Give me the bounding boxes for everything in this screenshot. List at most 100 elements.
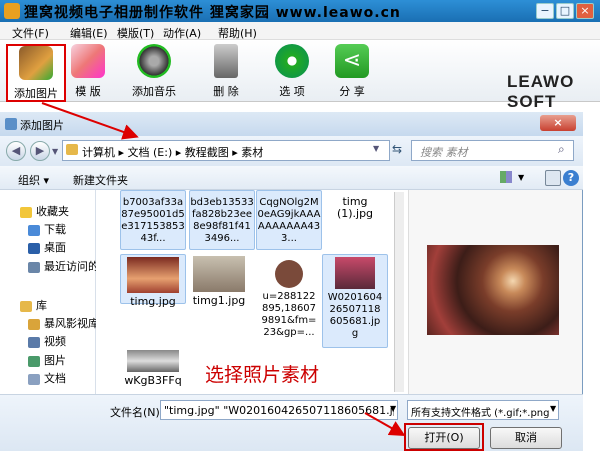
sidebar-item-label: 视频 [44,335,66,348]
file-name: b7003af33a87e95001d5e31715385343f... [121,197,185,244]
history-dropdown-icon[interactable]: ▼ [52,147,58,156]
file-item[interactable]: b7003af33a87e95001d5e31715385343f... [120,190,186,250]
file-name: u=288122895,186079891&fm=23&gp=... [261,291,317,338]
menu-edit[interactable]: 编辑(E) [70,25,108,41]
template-icon [71,44,105,78]
sidebar-item-downloads[interactable]: 下载 [28,221,66,237]
maximize-button[interactable]: □ [556,3,574,19]
file-item[interactable]: timg1.jpg [186,254,252,307]
trash-icon [214,44,238,78]
sidebar-library[interactable]: 库 [20,297,47,313]
share-button[interactable]: ⋖ 分 享 [322,44,382,100]
file-type-dropdown-icon[interactable]: ▼ [550,404,556,413]
preview-pane-icon[interactable] [545,170,561,186]
picture-icon [28,355,40,367]
sidebar-item-label: 图片 [44,354,66,367]
dialog-close-button[interactable]: × [540,115,576,131]
share-label: 分 享 [339,85,365,98]
minimize-button[interactable]: − [536,3,554,19]
sidebar-item-documents[interactable]: 文档 [28,370,66,386]
recent-places-icon [28,261,40,273]
search-icon[interactable]: ⌕ [558,142,565,157]
sidebar-item-recent[interactable]: 最近访问的 [28,258,99,274]
filename-label: 文件名(N): [110,406,164,419]
annotation-text: 选择照片素材 [205,364,320,386]
download-folder-icon [28,224,40,236]
sidebar-item-label: 下载 [44,223,66,236]
dialog-title: 添加图片 [20,119,64,132]
breadcrumb[interactable]: 计算机 ▸ 文档 (E:) ▸ 教程截图 ▸ 素材 [82,144,263,160]
menu-action[interactable]: 动作(A) [163,25,201,41]
library-icon [20,300,32,312]
file-thumbnail [127,350,179,372]
file-name: wKgB3FFq [124,374,182,387]
file-name: CqgNOlg2M0eAG9jkAAAAAAAAAA433... [257,197,321,244]
refresh-icon[interactable]: ⇆ [392,142,408,159]
sidebar-item-videos[interactable]: 视频 [28,333,66,349]
video-icon [28,336,40,348]
forward-button[interactable]: ▶ [30,141,50,161]
folder-icon [28,318,40,330]
filename-dropdown-icon[interactable]: ▼ [390,404,396,413]
add-music-button[interactable]: 添加音乐 [124,44,184,100]
file-name: timg.jpg [130,295,176,308]
file-item[interactable]: CqgNOlg2M0eAG9jkAAAAAAAAAA433... [256,190,322,250]
menu-template[interactable]: 模版(T) [117,25,154,41]
sidebar-item-baofeng[interactable]: 暴风影视库 [28,315,99,331]
star-icon [20,206,32,218]
file-item[interactable]: bd3eb13533fa828b23ee8e98f81f413496... [189,190,255,250]
sidebar-item-label: 文档 [44,372,66,385]
dialog-title-bar [0,112,583,136]
view-dropdown-icon[interactable]: ▼ [518,173,524,182]
cancel-button[interactable]: 取消 [490,427,562,449]
dialog-icon [5,118,17,130]
sidebar-item-label: 桌面 [44,241,66,254]
organize-menu[interactable]: 组织 ▾ [18,172,49,188]
file-item-selected[interactable]: W020160426507118605681.jpg [322,254,388,348]
add-music-icon [137,44,171,78]
sidebar-favorites[interactable]: 收藏夹 [20,203,69,219]
add-photo-icon [19,46,53,80]
file-item-selected[interactable]: timg.jpg [120,254,186,308]
gear-icon [275,44,309,78]
close-button[interactable]: × [576,3,594,19]
file-type-value: 所有支持文件格式 (*.gif;*.png; [411,408,549,419]
breadcrumb-drive[interactable]: 文档 (E:) [128,146,173,159]
add-photo-button[interactable]: 添加图片 [6,44,66,102]
file-item[interactable]: u=288122895,186079891&fm=23&gp=... [256,258,322,348]
file-thumbnail [127,257,179,293]
breadcrumb-current[interactable]: 素材 [241,146,263,159]
file-name: W020160426507118605681.jpg [327,292,383,339]
app-logo-icon [4,3,20,19]
sidebar-item-pictures[interactable]: 图片 [28,352,66,368]
template-button[interactable]: 模 版 [58,44,118,100]
sidebar-item-desktop[interactable]: 桌面 [28,239,66,255]
view-icon[interactable] [500,171,512,183]
template-label: 模 版 [75,85,101,98]
file-thumbnail [193,256,245,292]
address-dropdown-icon[interactable]: ▼ [373,144,379,153]
file-thumbnail [275,260,303,288]
file-item[interactable]: timg (1).jpg [322,190,388,250]
menu-help[interactable]: 帮助(H) [218,25,257,41]
brand-logo: LEAWO SOFT [507,72,575,111]
file-name: timg1.jpg [192,294,246,307]
file-list-scrollbar[interactable] [394,192,404,392]
app-title: 狸窝视频电子相册制作软件 狸窝家园 www.leawo.cn [24,5,401,21]
open-button[interactable]: 打开(O) [408,427,480,449]
options-label: 选 项 [279,85,305,98]
back-button[interactable]: ◀ [6,141,26,161]
breadcrumb-computer[interactable]: 计算机 [82,146,115,159]
menu-file[interactable]: 文件(F) [12,25,49,41]
file-name: timg (1).jpg [336,195,374,220]
file-item[interactable]: wKgB3FFq [120,348,186,392]
add-photo-label: 添加图片 [14,87,58,100]
breadcrumb-folder[interactable]: 教程截图 [185,146,229,159]
help-icon[interactable]: ? [563,170,579,186]
options-button[interactable]: 选 项 [262,44,322,100]
delete-button[interactable]: 删 除 [196,44,256,100]
add-music-label: 添加音乐 [132,85,176,98]
new-folder-button[interactable]: 新建文件夹 [73,172,128,188]
share-icon: ⋖ [335,44,369,78]
sidebar-favorites-label: 收藏夹 [36,205,69,218]
